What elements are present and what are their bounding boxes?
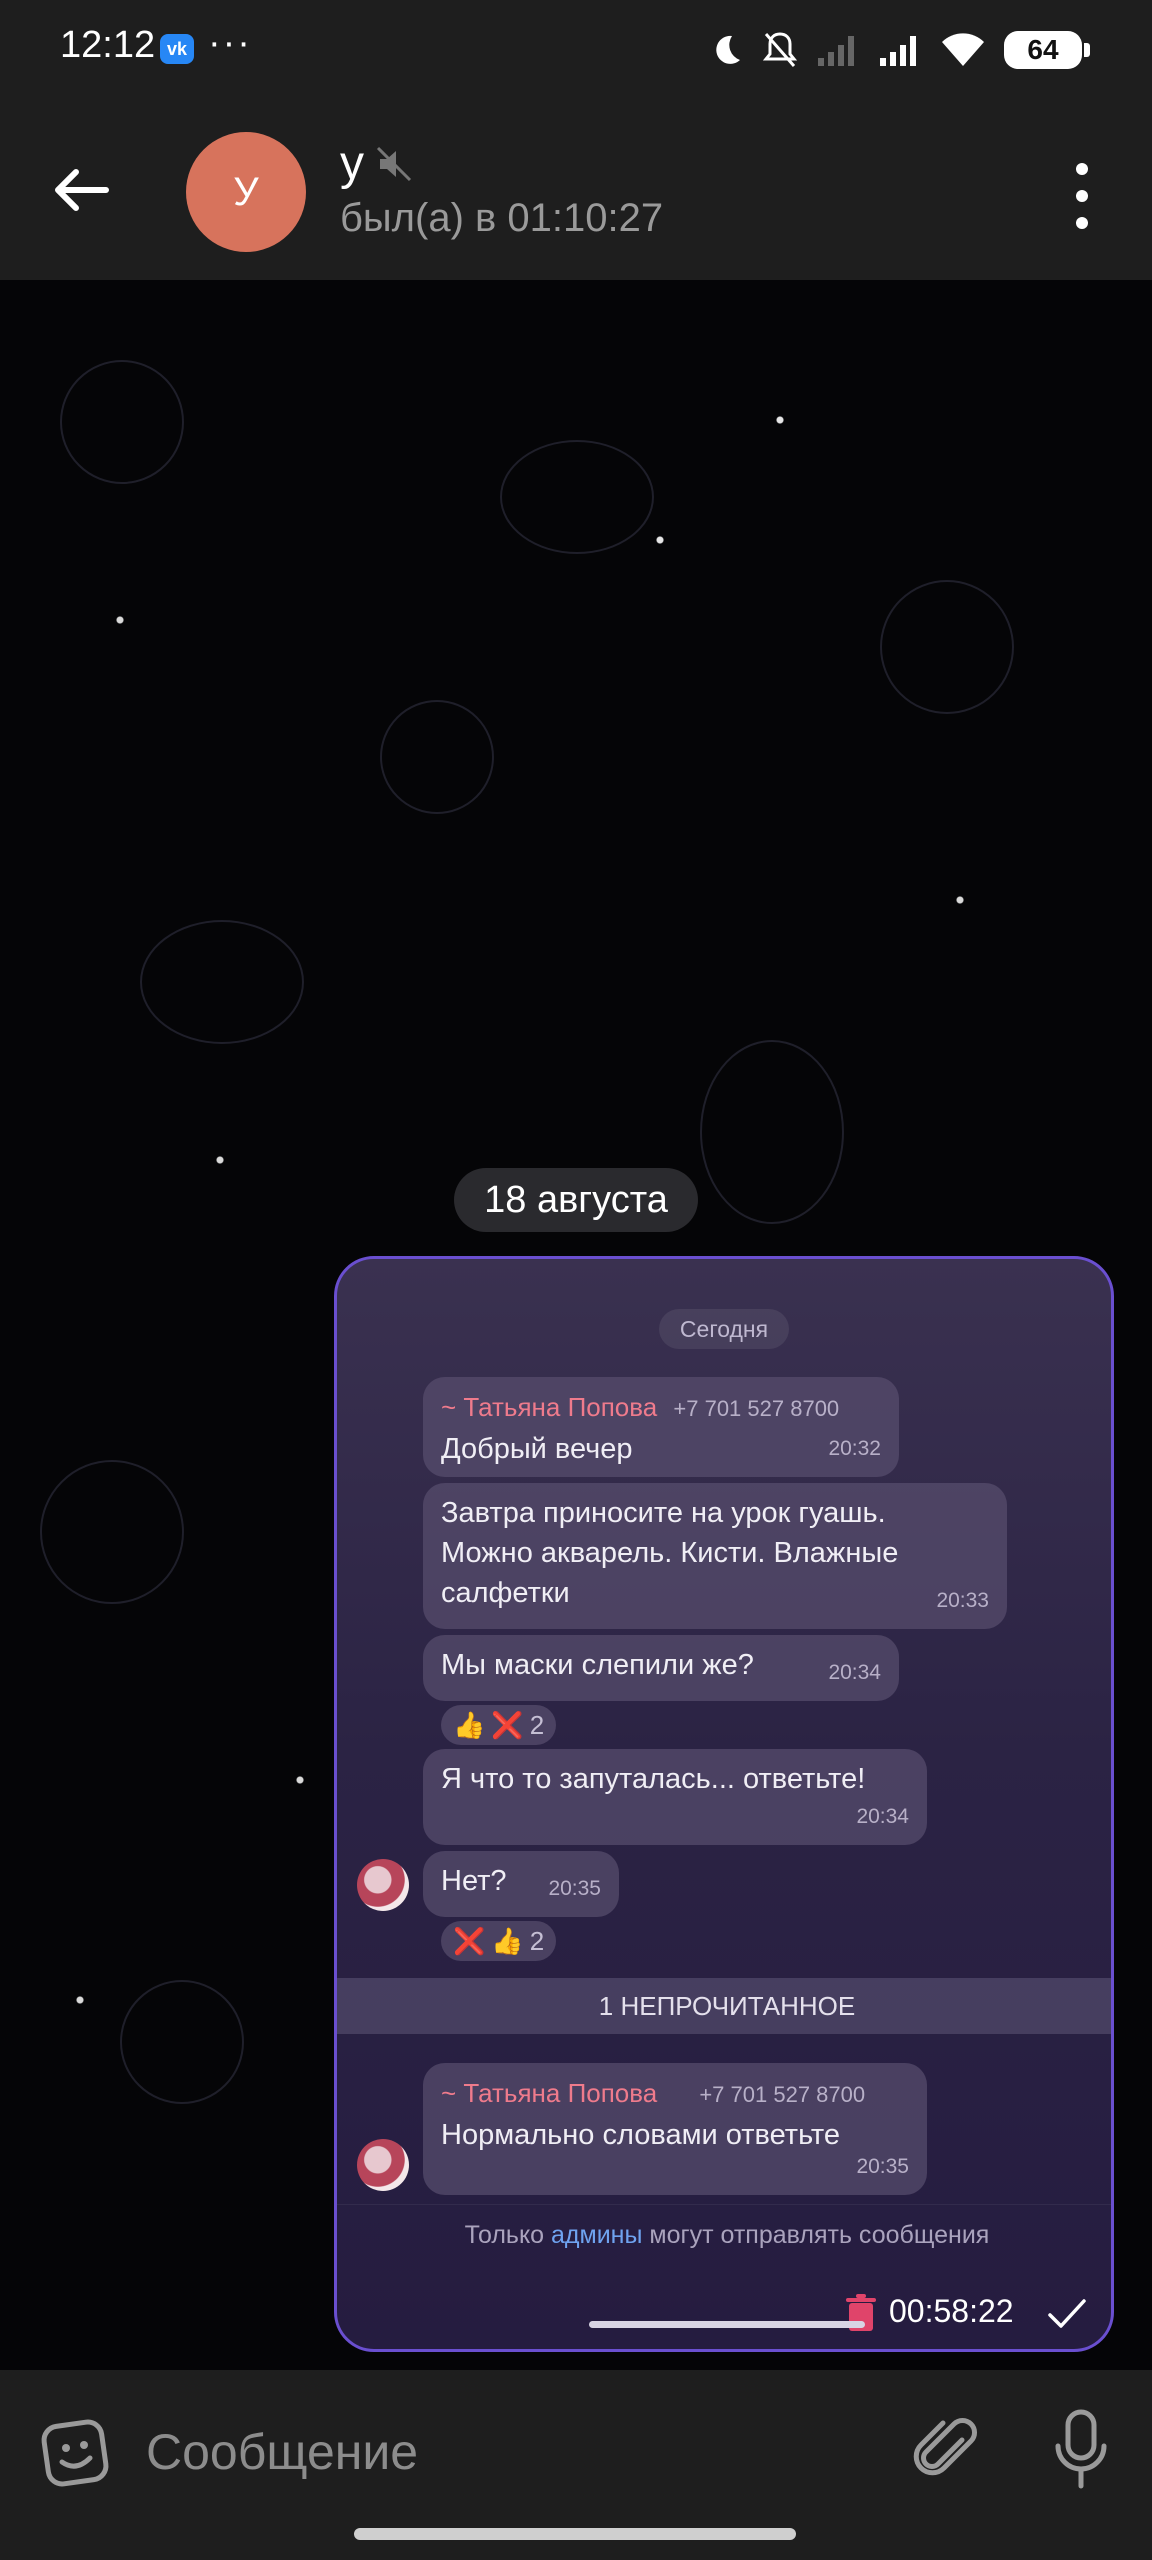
message-text: Можно акварель. Кисти. Влажные bbox=[441, 1537, 899, 1569]
wallpaper-doodle bbox=[40, 1460, 184, 1604]
notice-text: Только bbox=[464, 2221, 552, 2249]
wallpaper-doodle bbox=[880, 580, 1014, 714]
date-separator: 18 августа bbox=[454, 1168, 698, 1232]
wallpaper-doodle bbox=[60, 360, 184, 484]
sender-name: ~ Татьяна Попова bbox=[441, 2078, 658, 2108]
message-time: 20:32 bbox=[828, 1437, 881, 1460]
message-text: Нормально словами ответьте bbox=[441, 2119, 841, 2151]
moon-icon bbox=[716, 35, 740, 64]
inner-message: Завтра приносите на урок гуашь. Можно ак… bbox=[423, 1483, 1007, 1629]
thumbs-up-icon: 👍 bbox=[453, 1709, 486, 1740]
vk-notification-icon: vk bbox=[160, 34, 194, 64]
message-text: Добрый вечер bbox=[441, 1433, 633, 1465]
check-icon bbox=[1048, 2299, 1086, 2328]
mute-icon bbox=[376, 146, 412, 182]
sender-avatar bbox=[357, 2139, 409, 2191]
more-vertical-icon[interactable] bbox=[1060, 156, 1104, 236]
cross-mark-icon: ❌ bbox=[491, 1709, 524, 1740]
battery-indicator: 64 bbox=[1004, 31, 1090, 69]
wallpaper-doodle bbox=[500, 440, 654, 554]
notice-text: могут отправлять сообщения bbox=[642, 2221, 990, 2249]
sender-phone: +7 701 527 8700 bbox=[673, 1396, 840, 1421]
message-text: Мы маски слепили же? bbox=[441, 1649, 754, 1681]
recording-timer: 00:58:22 bbox=[889, 2293, 1014, 2329]
message-time: 20:35 bbox=[856, 2155, 909, 2178]
unread-separator: 1 НЕПРОЧИТАННОЕ bbox=[337, 1978, 1111, 2034]
more-notifications-icon: ··· bbox=[208, 22, 252, 64]
inner-message: ~ Татьяна Попова +7 701 527 8700 Добрый … bbox=[423, 1377, 899, 1477]
recording-bar: 00:58:22 bbox=[337, 2271, 1111, 2349]
inner-message: Я что то запуталась... ответьте! 20:34 bbox=[423, 1749, 927, 1845]
emoji-icon[interactable] bbox=[38, 2412, 118, 2492]
reaction-count: 2 bbox=[529, 1709, 545, 1740]
inner-message: ~ Татьяна Попова +7 701 527 8700 Нормаль… bbox=[423, 2063, 927, 2195]
bell-off-icon bbox=[762, 32, 798, 67]
message-reactions: 👍 ❌ 2 bbox=[441, 1705, 557, 1745]
message-time: 20:35 bbox=[548, 1877, 601, 1900]
status-bar: 12:12 vk ··· 64 bbox=[0, 0, 1152, 100]
chat-title[interactable]: у bbox=[340, 136, 364, 191]
inner-date-label: Сегодня bbox=[659, 1309, 789, 1349]
sender-name: ~ Татьяна Попова bbox=[441, 1392, 658, 1422]
chat-header: У у был(а) в 01:10:27 bbox=[0, 100, 1152, 280]
wifi-icon bbox=[942, 33, 984, 66]
home-indicator[interactable] bbox=[354, 2528, 796, 2540]
message-time: 20:33 bbox=[936, 1589, 989, 1612]
status-icons: 64 bbox=[708, 28, 1090, 72]
reaction-count: 2 bbox=[529, 1925, 545, 1956]
wallpaper-doodle bbox=[380, 700, 494, 814]
inner-home-indicator bbox=[589, 2321, 865, 2328]
message-composer bbox=[0, 2370, 1152, 2560]
sender-phone: +7 701 527 8700 bbox=[699, 2082, 866, 2107]
inner-message: Мы маски слепили же? 20:34 bbox=[423, 1635, 899, 1701]
wallpaper-doodle bbox=[140, 920, 304, 1044]
wallpaper-doodle bbox=[700, 1040, 844, 1224]
avatar[interactable]: У bbox=[186, 132, 306, 252]
status-time: 12:12 bbox=[60, 24, 156, 66]
cross-mark-icon: ❌ bbox=[453, 1925, 486, 1956]
message-time: 20:34 bbox=[828, 1661, 881, 1684]
paperclip-icon[interactable] bbox=[912, 2410, 982, 2490]
signal-strong-icon bbox=[880, 36, 916, 66]
last-seen-status: был(а) в 01:10:27 bbox=[340, 196, 664, 240]
message-reactions: ❌ 👍 2 bbox=[441, 1921, 557, 1961]
admins-link: админы bbox=[551, 2221, 643, 2249]
sender-avatar bbox=[357, 1859, 409, 1911]
message-text: Я что то запуталась... ответьте! bbox=[441, 1763, 866, 1795]
thumbs-up-icon: 👍 bbox=[491, 1925, 524, 1956]
message-image-screenshot[interactable]: Сегодня ~ Татьяна Попова +7 701 527 8700… bbox=[334, 1256, 1114, 2352]
message-input[interactable] bbox=[146, 2414, 846, 2490]
message-text: салфетки bbox=[441, 1577, 570, 1609]
message-text: Завтра приносите на урок гуашь. bbox=[441, 1497, 886, 1529]
message-time: 20:34 bbox=[856, 1805, 909, 1828]
wallpaper-doodle bbox=[120, 1980, 244, 2104]
back-arrow-icon[interactable] bbox=[40, 150, 120, 230]
inner-message: Нет? 20:35 bbox=[423, 1851, 619, 1917]
microphone-icon[interactable] bbox=[1046, 2406, 1116, 2496]
only-admins-notice: Только админы могут отправлять сообщения bbox=[337, 2204, 1111, 2265]
signal-weak-icon bbox=[818, 36, 854, 66]
